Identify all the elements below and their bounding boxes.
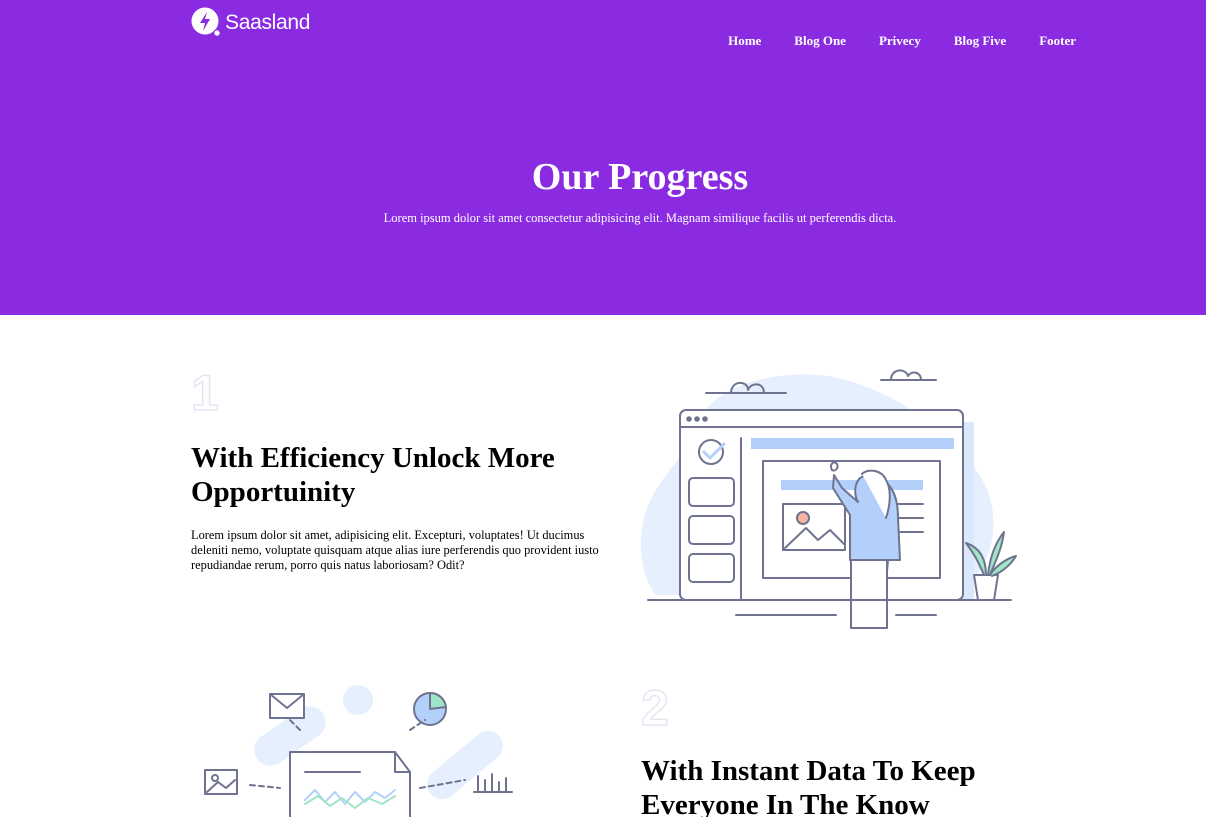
nav-blog-one[interactable]: Blog One — [794, 33, 846, 49]
step-number-2: 2 — [640, 680, 669, 736]
nav-privecy[interactable]: Privecy — [879, 33, 921, 49]
lightning-bolt-icon — [191, 7, 221, 37]
feature-2-title: With Instant Data To Keep Everyone In Th… — [641, 754, 976, 817]
page-subtitle: Lorem ipsum dolor sit amet consectetur a… — [383, 211, 897, 225]
logo-text: Saasland — [225, 10, 311, 34]
hero-banner: Saasland Home Blog One Privecy Blog Five… — [0, 0, 1206, 315]
step-number-1: 1 — [190, 365, 219, 421]
analytics-illustration — [204, 685, 513, 817]
feature-1-text: Lorem ipsum dolor sit amet, adipisicing … — [191, 528, 599, 572]
nav-home[interactable]: Home — [728, 33, 761, 49]
feature-2-title-line1: With Instant Data To Keep — [641, 755, 976, 787]
page-title: Our Progress — [531, 156, 749, 198]
nav-footer[interactable]: Footer — [1039, 33, 1076, 49]
dashboard-illustration — [641, 369, 1017, 629]
feature-1-title-line1: With Efficiency Unlock More — [191, 442, 555, 474]
feature-1-title-line2: Opportuinity — [191, 476, 356, 508]
feature-1-title: With Efficiency Unlock More Opportuinity — [191, 441, 555, 509]
logo[interactable]: Saasland — [191, 7, 310, 38]
feature-2-title-line2: Everyone In The Know — [641, 789, 930, 817]
nav-blog-five[interactable]: Blog Five — [954, 33, 1006, 49]
main-nav: Home Blog One Privecy Blog Five Footer — [695, 33, 1076, 49]
